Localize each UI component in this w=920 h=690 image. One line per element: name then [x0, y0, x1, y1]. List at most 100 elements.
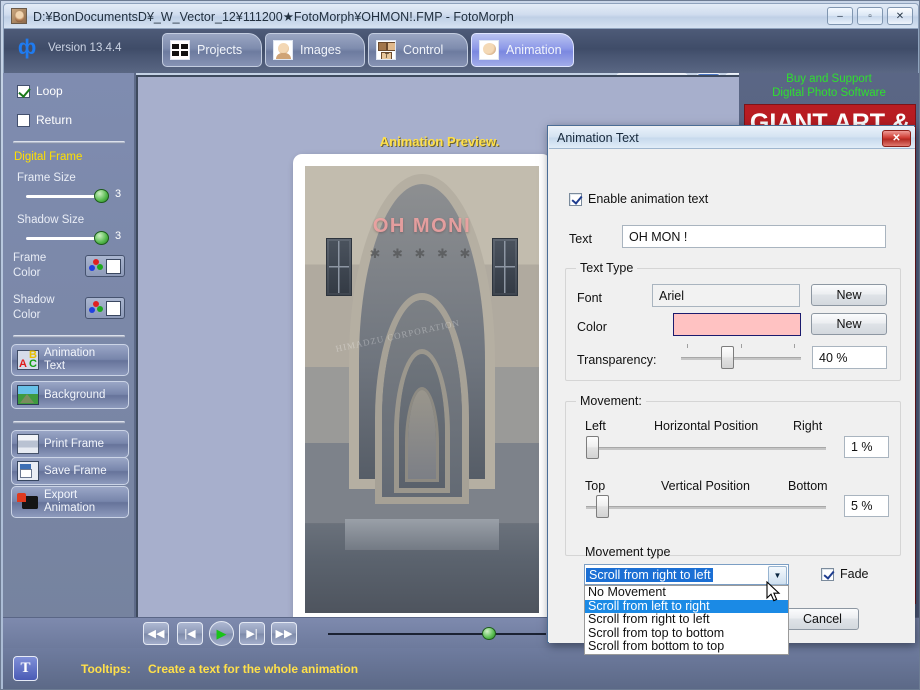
mouse-cursor — [766, 581, 781, 602]
color-label: Color — [577, 320, 607, 334]
dialog-title: Animation Text — [557, 130, 639, 145]
frame-size-label: Frame Size — [17, 172, 76, 184]
ad-tagline-1: Buy and Support — [786, 73, 872, 85]
export-animation-button[interactable]: Export Animation — [11, 486, 129, 518]
transparency-label: Transparency: — [577, 353, 657, 367]
tab-animation-label: Animation — [506, 43, 562, 57]
animation-text-button[interactable]: C Animation Text — [11, 344, 129, 376]
vertical-slider-knob[interactable] — [596, 495, 609, 518]
dropdown-item-2[interactable]: Scroll from right to left — [585, 612, 788, 627]
skip-to-start-button[interactable]: ◀◀ — [143, 622, 169, 645]
lamp-left-icon — [326, 237, 352, 296]
next-frame-button[interactable]: ▶| — [239, 622, 265, 645]
enable-animation-text-checkbox[interactable]: Enable animation text — [569, 192, 708, 206]
tab-projects[interactable]: Projects — [162, 33, 262, 67]
shadow-color-button[interactable] — [85, 297, 125, 319]
background-label: Background — [44, 388, 106, 401]
vertical-slider-track[interactable] — [586, 506, 826, 509]
ad-tagline-2: Digital Photo Software — [772, 87, 886, 99]
version-label: Version 13.4.4 — [48, 42, 122, 54]
play-button[interactable]: ▶ — [209, 621, 234, 646]
shadow-color-label-1: Shadow — [13, 294, 55, 306]
dropdown-item-1[interactable]: Scroll from left to right — [585, 599, 788, 613]
tooltip-label: Tooltips: — [81, 662, 131, 676]
transparency-slider-track[interactable] — [681, 357, 801, 360]
horizontal-slider-track[interactable] — [586, 447, 826, 450]
checkbox-icon — [821, 567, 834, 581]
movement-type-dropdown[interactable]: No Movement Scroll from left to right Sc… — [584, 585, 789, 655]
font-label: Font — [577, 291, 603, 305]
background-button[interactable]: Background — [11, 381, 129, 409]
color-wheel-icon — [89, 300, 104, 316]
frame-color-button[interactable] — [85, 255, 125, 277]
vertical-bottom-label: Bottom — [788, 479, 828, 493]
checkbox-icon — [17, 84, 30, 98]
font-new-button[interactable]: New — [811, 284, 887, 306]
vertical-position-label: Vertical Position — [661, 479, 750, 493]
close-button[interactable]: ✕ — [887, 7, 913, 25]
timeline-slider-track[interactable] — [328, 633, 546, 635]
tab-control[interactable]: T Control — [368, 33, 468, 67]
dialog-body: Enable animation text Text OH MON ! Text… — [549, 149, 915, 655]
print-frame-button[interactable]: Print Frame — [11, 430, 129, 458]
maximize-button[interactable]: ▫ — [857, 7, 883, 25]
loop-checkbox[interactable]: Loop — [17, 84, 63, 98]
timeline-slider-knob[interactable] — [482, 627, 496, 640]
filmstrip-icon — [170, 40, 190, 60]
text-color-swatch[interactable] — [673, 313, 801, 336]
fade-checkbox[interactable]: Fade — [821, 567, 869, 581]
dropdown-item-3[interactable]: Scroll from top to bottom — [585, 626, 788, 641]
tab-images-label: Images — [300, 43, 341, 57]
cancel-button[interactable]: Cancel — [786, 608, 859, 630]
animation-text-label-1: Animation — [44, 347, 96, 360]
horizontal-slider-knob[interactable] — [586, 436, 599, 459]
color-wheel-icon — [89, 258, 104, 274]
frame-size-slider-track[interactable] — [26, 195, 102, 198]
digital-frame-heading: Digital Frame — [14, 151, 83, 163]
tab-projects-label: Projects — [197, 43, 243, 57]
tooltip-icon[interactable]: T — [13, 656, 38, 681]
movement-type-value: Scroll from right to left — [585, 566, 714, 583]
checkbox-icon — [17, 113, 30, 127]
shadow-size-value: 3 — [115, 230, 122, 242]
tab-control-label: Control — [403, 43, 444, 57]
animation-text-label-2: Text — [44, 360, 66, 372]
movement-type-combobox[interactable]: Scroll from right to left ▼ — [584, 564, 789, 585]
color-new-button[interactable]: New — [811, 313, 887, 335]
text-input[interactable]: OH MON ! — [622, 225, 886, 248]
top-toolbar: ф Version 13.4.4 Projects Images T Contr… — [3, 29, 919, 96]
text-label: Text — [569, 232, 592, 246]
frame-color-swatch — [106, 258, 121, 274]
font-value-field[interactable]: Ariel — [652, 284, 800, 307]
shadow-size-slider-knob[interactable] — [94, 231, 109, 245]
movement-type-label: Movement type — [585, 545, 671, 559]
export-label-1: Export — [44, 489, 78, 502]
printer-icon — [17, 434, 39, 454]
frame-size-slider-knob[interactable] — [94, 189, 109, 203]
frame-color-label-2: Color — [13, 267, 41, 279]
vertical-value-field[interactable]: 5 % — [844, 495, 889, 517]
return-checkbox[interactable]: Return — [17, 113, 72, 127]
transparency-slider-knob[interactable] — [721, 346, 734, 369]
fotomorph-logo-icon: ф — [17, 36, 37, 59]
minimize-button[interactable]: – — [827, 7, 853, 25]
film-export-icon — [17, 492, 39, 512]
transparency-value-field[interactable]: 40 % — [812, 346, 887, 369]
previous-frame-button[interactable]: |◀ — [177, 622, 203, 645]
divider — [13, 421, 125, 424]
text-type-group-title: Text Type — [576, 261, 638, 275]
tab-animation[interactable]: Animation — [471, 33, 574, 67]
vertical-top-label: Top — [585, 479, 606, 493]
save-icon — [17, 461, 39, 481]
tab-images[interactable]: Images — [265, 33, 365, 67]
shadow-size-slider-track[interactable] — [26, 237, 102, 240]
shadow-color-label-2: Color — [13, 309, 41, 321]
dialog-close-button[interactable]: ✕ — [882, 130, 911, 147]
horizontal-value-field[interactable]: 1 % — [844, 436, 889, 458]
dropdown-item-4[interactable]: Scroll from bottom to top — [585, 639, 788, 654]
dropdown-item-0[interactable]: No Movement — [585, 585, 788, 600]
skip-to-end-button[interactable]: ▶▶ — [271, 622, 297, 645]
save-frame-button[interactable]: Save Frame — [11, 457, 129, 485]
preview-frame[interactable]: HIMADZU CORPORATION ✱ ✱ ✱ ✱ ✱ OH MONI — [293, 154, 551, 629]
horizontal-right-label: Right — [793, 419, 823, 433]
